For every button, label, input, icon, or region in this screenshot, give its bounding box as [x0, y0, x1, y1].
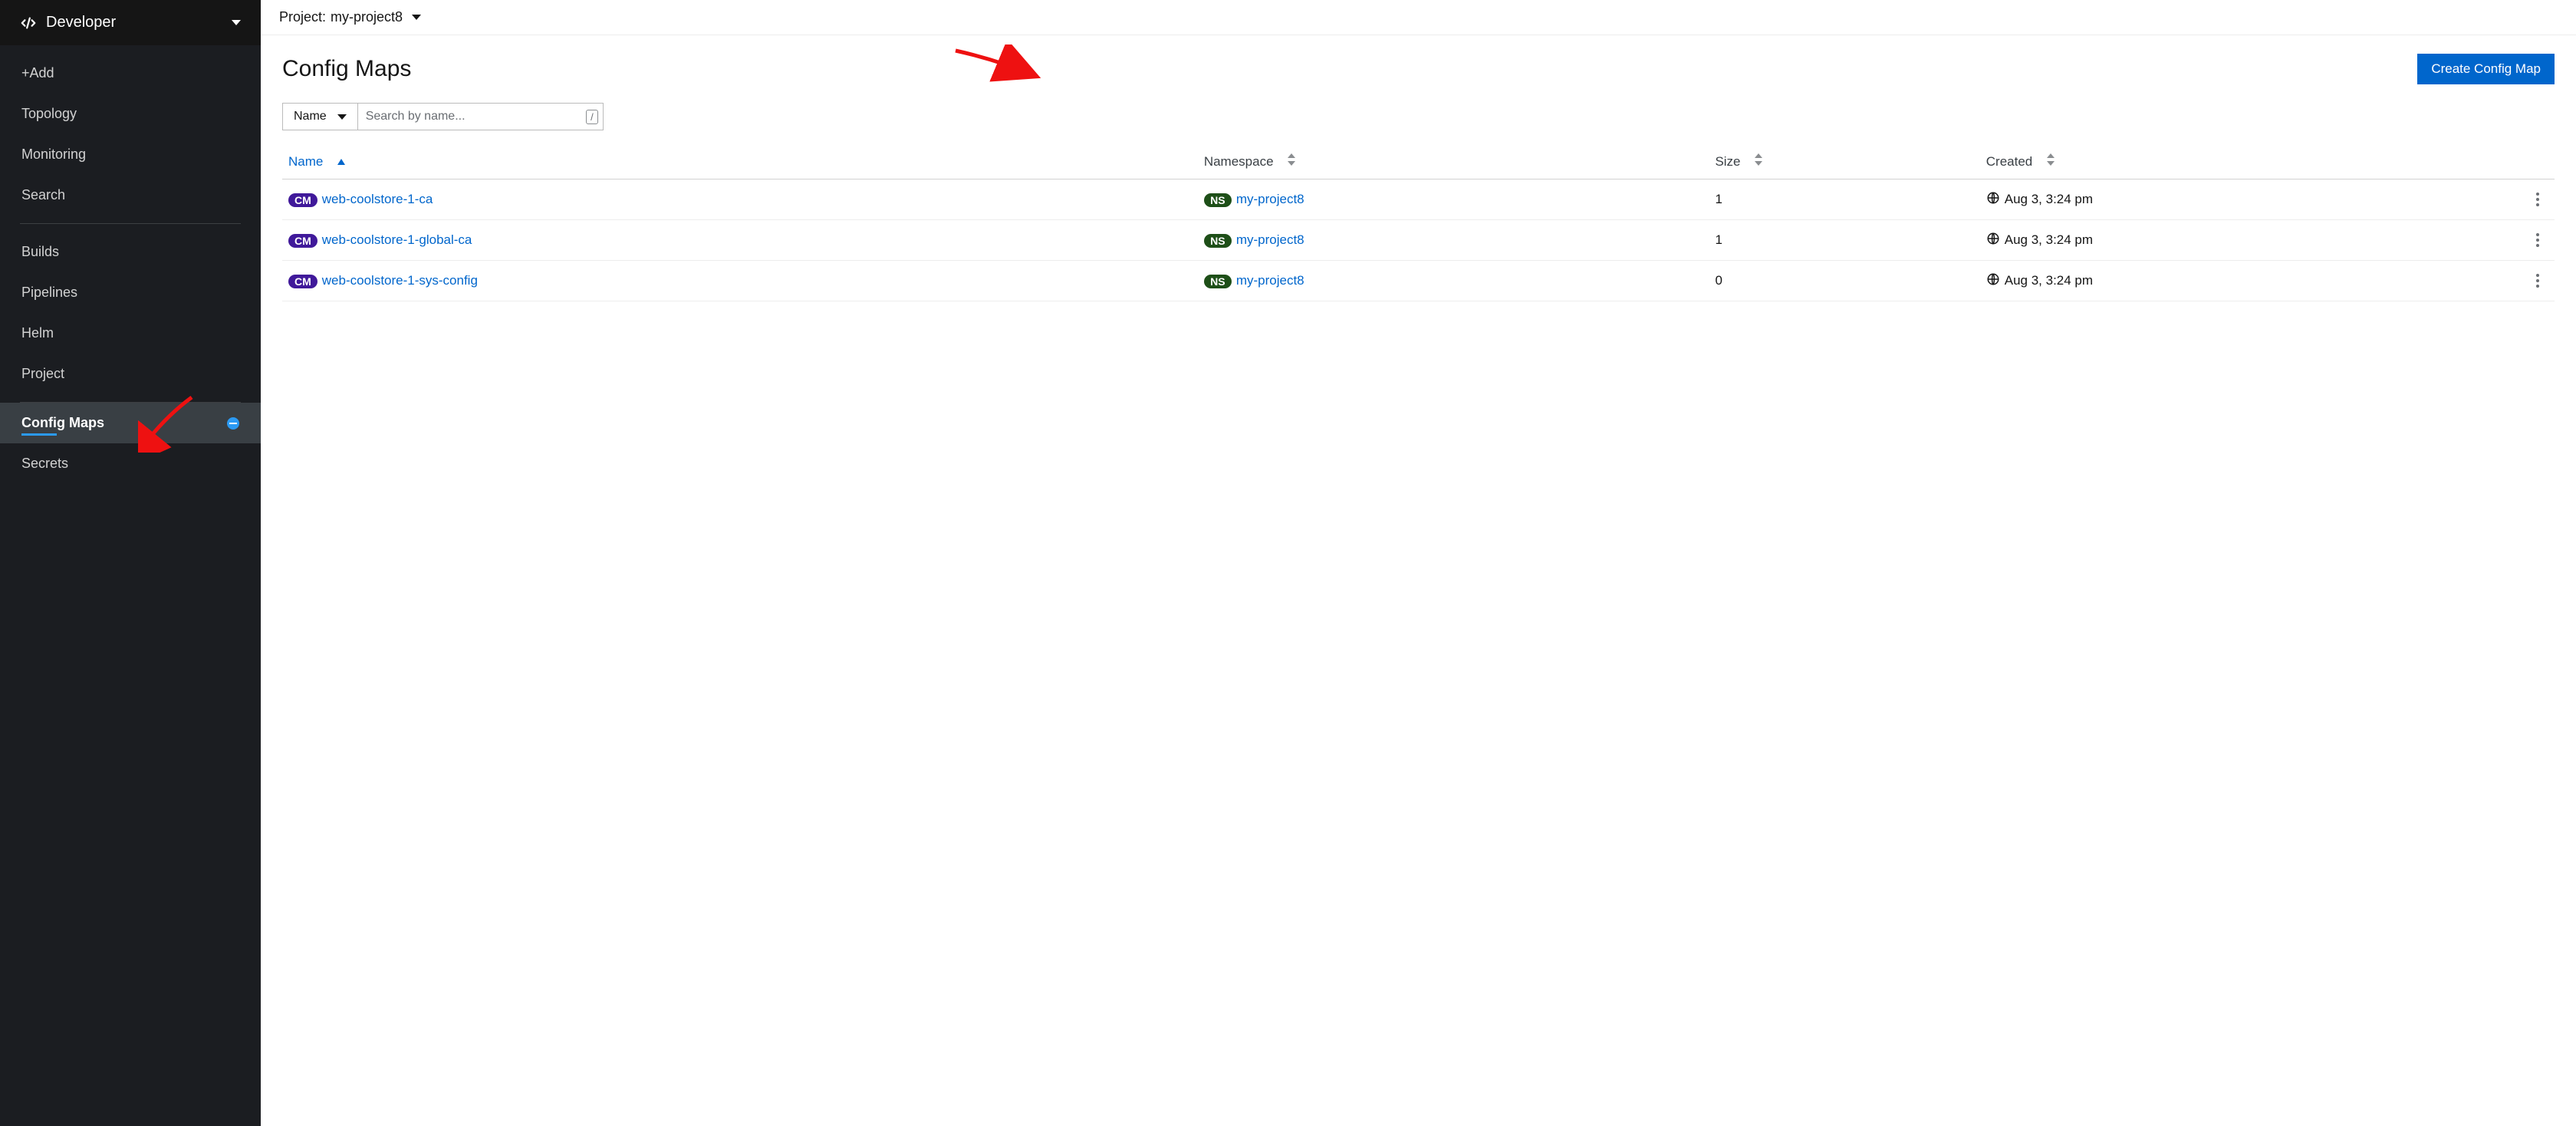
nav-group: +Add Topology Monitoring Search [0, 45, 261, 223]
col-size[interactable]: Size [1709, 144, 1979, 179]
col-label: Created [1986, 154, 2032, 169]
perspective-label: Developer [46, 14, 222, 31]
table-row: CM web-coolstore-1-global-ca NS my-project8… [282, 220, 2555, 261]
filter-field-label: Name [294, 110, 327, 123]
size-cell: 0 [1709, 261, 1979, 301]
chevron-down-icon [337, 114, 347, 120]
ns-badge: NS [1204, 193, 1232, 207]
project-selector[interactable]: Project: my-project8 [261, 0, 2576, 35]
cm-badge: CM [288, 234, 317, 248]
sidebar-item-helm[interactable]: Helm [0, 313, 261, 354]
sidebar: Developer +Add Topology Monitoring Searc… [0, 0, 261, 1126]
dev-code-icon [20, 15, 37, 31]
table-row: CM web-coolstore-1-sys-config NS my-project… [282, 261, 2555, 301]
nav-label: Config Maps [21, 415, 104, 431]
perspective-switcher[interactable]: Developer [0, 0, 261, 45]
nav-label: Pipelines [21, 285, 77, 301]
nav-label: Search [21, 187, 65, 203]
cm-badge: CM [288, 275, 317, 288]
kebab-menu[interactable] [2527, 193, 2548, 206]
sort-icon [1288, 153, 1295, 166]
nav-label: Builds [21, 244, 59, 260]
minus-badge-icon [227, 417, 239, 430]
filter-toolbar: Name / [261, 94, 2576, 144]
ns-badge: NS [1204, 234, 1232, 248]
col-label: Size [1715, 154, 1740, 169]
globe-icon [1986, 191, 2000, 209]
main-content: Project: my-project8 Config Maps Create … [261, 0, 2576, 1126]
col-label: Name [288, 154, 323, 169]
create-configmap-button[interactable]: Create Config Map [2417, 54, 2555, 84]
nav-group: Builds Pipelines Helm Project [0, 224, 261, 402]
sort-icon [1755, 153, 1762, 166]
col-namespace[interactable]: Namespace [1198, 144, 1709, 179]
size-cell: 1 [1709, 179, 1979, 220]
sidebar-item-topology[interactable]: Topology [0, 94, 261, 134]
created-cell: Aug 3, 3:24 pm [1980, 220, 2521, 261]
created-cell: Aug 3, 3:24 pm [1980, 179, 2521, 220]
col-label: Namespace [1204, 154, 1274, 169]
namespace-link[interactable]: my-project8 [1236, 232, 1304, 247]
nav-label: Topology [21, 106, 77, 122]
table-row: CM web-coolstore-1-ca NS my-project8 1Aug 3,… [282, 179, 2555, 220]
filter-field-dropdown[interactable]: Name [282, 103, 358, 130]
nav-label: Project [21, 366, 64, 382]
sidebar-item-builds[interactable]: Builds [0, 232, 261, 272]
col-name[interactable]: Name [282, 144, 1198, 179]
kebab-menu[interactable] [2527, 233, 2548, 247]
page-title: Config Maps [282, 56, 2417, 82]
nav-group: Config Maps Secrets [0, 403, 261, 484]
size-cell: 1 [1709, 220, 1979, 261]
created-cell: Aug 3, 3:24 pm [1980, 261, 2521, 301]
sidebar-item-secrets[interactable]: Secrets [0, 443, 261, 484]
sidebar-item-pipelines[interactable]: Pipelines [0, 272, 261, 313]
search-input[interactable] [358, 104, 586, 130]
nav-label: +Add [21, 65, 54, 81]
sidebar-item-add[interactable]: +Add [0, 53, 261, 94]
chevron-down-icon [232, 20, 241, 25]
kbd-hint: / [586, 110, 598, 124]
sidebar-item-configmaps[interactable]: Config Maps [0, 403, 261, 443]
sidebar-item-monitoring[interactable]: Monitoring [0, 134, 261, 175]
configmap-link[interactable]: web-coolstore-1-sys-config [322, 273, 478, 288]
kebab-menu[interactable] [2527, 274, 2548, 288]
col-created[interactable]: Created [1980, 144, 2521, 179]
sidebar-item-project[interactable]: Project [0, 354, 261, 394]
sort-asc-icon [337, 159, 345, 165]
ns-badge: NS [1204, 275, 1232, 288]
table: Name Namespace Size Created [261, 144, 2576, 301]
project-value: my-project8 [331, 9, 403, 25]
search-input-wrap: / [358, 103, 604, 130]
page-header: Config Maps Create Config Map [261, 35, 2576, 94]
sort-icon [2047, 153, 2055, 166]
sidebar-item-search[interactable]: Search [0, 175, 261, 216]
globe-icon [1986, 272, 2000, 290]
globe-icon [1986, 232, 2000, 249]
project-prefix: Project: [279, 9, 326, 25]
nav-label: Monitoring [21, 147, 86, 163]
configmap-link[interactable]: web-coolstore-1-global-ca [322, 232, 472, 247]
nav-label: Helm [21, 325, 54, 341]
namespace-link[interactable]: my-project8 [1236, 192, 1304, 206]
chevron-down-icon [412, 15, 421, 20]
cm-badge: CM [288, 193, 317, 207]
nav-label: Secrets [21, 456, 68, 472]
namespace-link[interactable]: my-project8 [1236, 273, 1304, 288]
configmap-link[interactable]: web-coolstore-1-ca [322, 192, 433, 206]
